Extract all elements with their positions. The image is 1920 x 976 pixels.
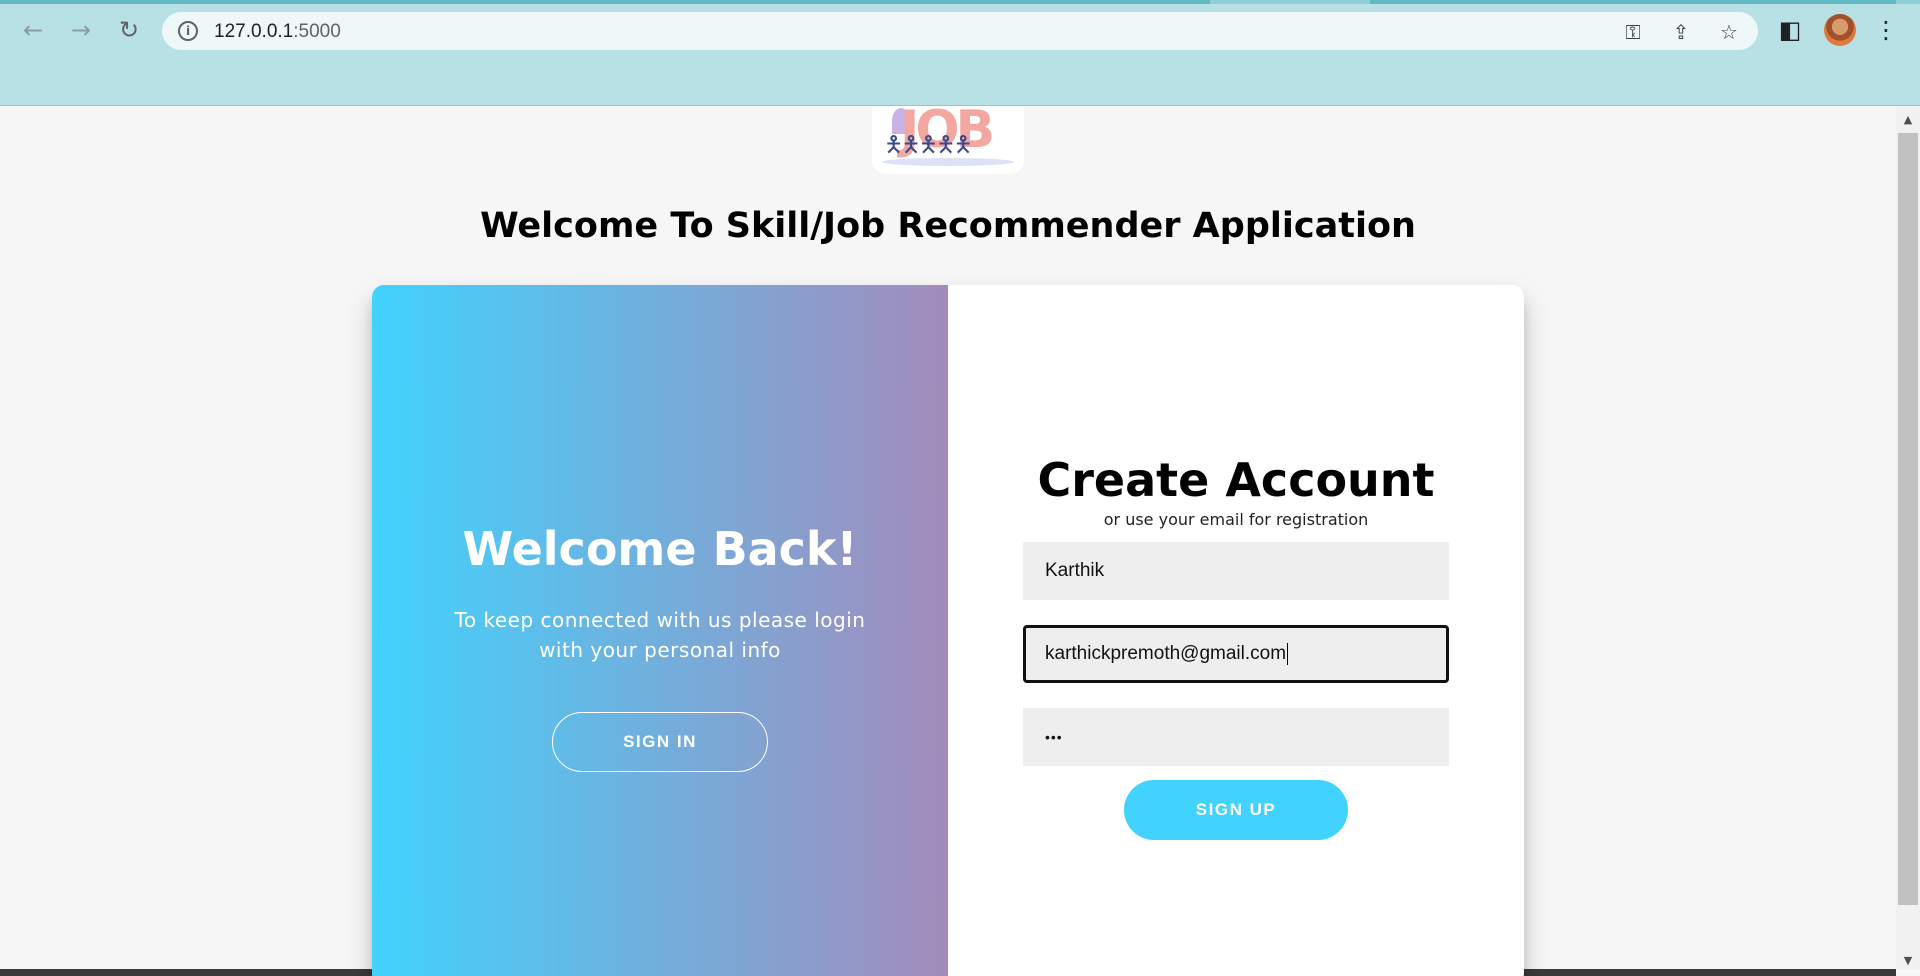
name-field[interactable]: Karthik [1023,542,1449,600]
sign-up-button[interactable]: SIGN UP [1124,780,1348,840]
forward-icon[interactable]: → [64,13,98,47]
sign-in-button[interactable]: SIGN IN [552,712,768,772]
tab-strip [0,0,1920,4]
address-bar[interactable]: i 127.0.0.1:5000 ⚿ ⇪ ☆ [162,12,1758,50]
job-logo: JOB 🯅🯅🯅🯅🯅 [872,106,1024,174]
scroll-up-icon[interactable]: ▲ [1900,111,1916,127]
form-subtitle: or use your email for registration [1103,510,1369,529]
name-value: Karthik [1045,560,1105,581]
side-panel-icon[interactable]: ◧ [1774,14,1806,46]
tab-indicator [1370,0,1896,4]
overlay-title: Welcome Back! [462,522,858,576]
back-icon[interactable]: ← [16,13,50,47]
overlay-text: To keep connected with us please login w… [454,608,866,662]
password-value: ••• [1045,729,1063,745]
scrollbar-thumb[interactable] [1898,133,1918,905]
url-host: 127.0.0.1 [214,21,294,42]
logo-people-icon: 🯅🯅🯅🯅🯅 [884,133,973,158]
email-field[interactable]: karthickpremoth@gmail.com [1023,625,1449,683]
key-icon[interactable]: ⚿ [1620,19,1646,45]
star-icon[interactable]: ☆ [1716,19,1742,45]
active-tab-indicator [0,0,1210,4]
menu-icon[interactable]: ⋮ [1870,14,1902,46]
email-value: karthickpremoth@gmail.com [1045,643,1287,664]
share-icon[interactable]: ⇪ [1668,19,1694,45]
avatar[interactable] [1824,14,1856,46]
overlay-panel: Welcome Back! To keep connected with us … [372,285,948,976]
reload-icon[interactable]: ↻ [112,13,146,47]
site-info-icon[interactable]: i [178,21,198,41]
url-port: :5000 [293,21,341,42]
browser-toolbar: ← → ↻ i 127.0.0.1:5000 ⚿ ⇪ ☆ ◧ ⋮ [0,0,1920,106]
scroll-down-icon[interactable]: ▼ [1900,952,1916,968]
url-text[interactable]: 127.0.0.1:5000 [214,21,341,43]
page-title: Welcome To Skill/Job Recommender Applica… [480,206,1416,246]
auth-card: Welcome Back! To keep connected with us … [372,285,1524,976]
password-field[interactable]: ••• [1023,708,1449,766]
form-title: Create Account [1037,453,1435,507]
text-caret [1287,643,1289,665]
